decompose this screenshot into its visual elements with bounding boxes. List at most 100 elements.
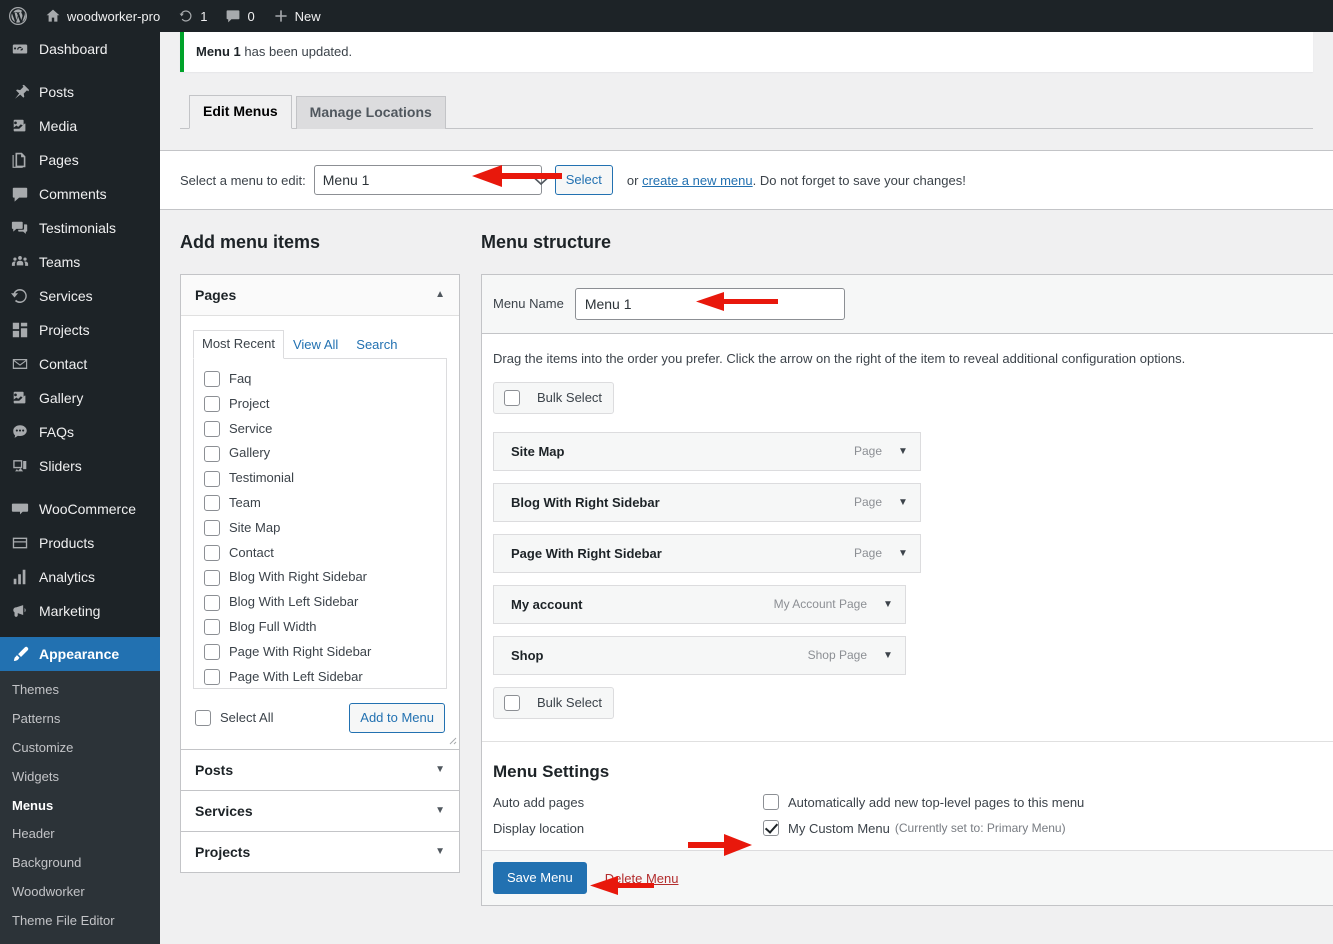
- submenu-item-theme-file-editor[interactable]: Theme File Editor: [0, 907, 160, 936]
- submenu-item-menus[interactable]: Menus: [0, 792, 160, 821]
- save-menu-button[interactable]: Save Menu: [493, 862, 587, 894]
- sidebar-item-woocommerce[interactable]: WooCommerce: [0, 492, 160, 526]
- submenu-item-customize[interactable]: Customize: [0, 734, 160, 763]
- pages-tab-search[interactable]: Search: [347, 331, 406, 359]
- tab-manage-locations[interactable]: Manage Locations: [296, 96, 446, 129]
- select-all-checkbox[interactable]: [195, 710, 211, 726]
- sidebar-item-contact[interactable]: Contact: [0, 347, 160, 381]
- page-checkbox-row[interactable]: Testimonial: [204, 466, 436, 491]
- submenu-item-themes[interactable]: Themes: [0, 676, 160, 705]
- page-checkbox-row[interactable]: Project: [204, 392, 436, 417]
- chevron-down-icon[interactable]: ▼: [435, 765, 445, 775]
- sidebar-item-appearance[interactable]: Appearance: [0, 637, 160, 671]
- chevron-down-icon[interactable]: ▼: [896, 446, 910, 457]
- pages-tab-view-all[interactable]: View All: [284, 331, 347, 359]
- pages-tab-row: Most Recent View All Search: [193, 330, 447, 359]
- sidebar-item-faqs[interactable]: FAQs: [0, 415, 160, 449]
- page-checkbox-row[interactable]: Faq: [204, 367, 436, 392]
- menu-item-row[interactable]: ShopShop Page▼: [493, 636, 906, 675]
- delete-menu-link[interactable]: Delete Menu: [605, 871, 679, 886]
- site-name-menu[interactable]: woodworker-pro: [36, 0, 169, 32]
- chevron-down-icon[interactable]: ▼: [881, 599, 895, 610]
- chevron-down-icon[interactable]: ▼: [435, 806, 445, 816]
- submenu-item-header[interactable]: Header: [0, 820, 160, 849]
- bulk-select-bottom[interactable]: Bulk Select: [493, 687, 614, 719]
- bulk-select-top[interactable]: Bulk Select: [493, 382, 614, 414]
- sidebar-item-comments[interactable]: Comments: [0, 177, 160, 211]
- page-checkbox-row[interactable]: Site Map: [204, 516, 436, 541]
- auto-add-pages-checkbox[interactable]: [763, 794, 779, 810]
- page-checkbox-row[interactable]: Service: [204, 417, 436, 442]
- page-checkbox-row[interactable]: Blog Full Width: [204, 615, 436, 640]
- sidebar-item-projects[interactable]: Projects: [0, 313, 160, 347]
- page-checkbox[interactable]: [204, 495, 220, 511]
- chevron-up-icon[interactable]: ▲: [435, 290, 445, 300]
- sidebar-item-posts[interactable]: Posts: [0, 75, 160, 109]
- page-checkbox-row[interactable]: Contact: [204, 541, 436, 566]
- chevron-down-icon[interactable]: ▼: [896, 497, 910, 508]
- display-location-checkbox[interactable]: [763, 820, 779, 836]
- select-all-row[interactable]: Select All: [195, 706, 273, 731]
- add-to-menu-button[interactable]: Add to Menu: [349, 703, 445, 733]
- create-new-menu-link[interactable]: create a new menu: [642, 173, 753, 188]
- page-checkbox-row[interactable]: Gallery: [204, 441, 436, 466]
- accordion-header-services[interactable]: Services ▼: [181, 791, 459, 831]
- menu-item-row[interactable]: Blog With Right SidebarPage▼: [493, 483, 921, 522]
- sidebar-item-teams[interactable]: Teams: [0, 245, 160, 279]
- submenu-item-background[interactable]: Background: [0, 849, 160, 878]
- sidebar-item-testimonials[interactable]: Testimonials: [0, 211, 160, 245]
- page-checkbox-row[interactable]: Page With Right Sidebar: [204, 640, 436, 665]
- page-checkbox[interactable]: [204, 446, 220, 462]
- bulk-select-bottom-checkbox[interactable]: [504, 695, 520, 711]
- page-checkbox-row[interactable]: Blog With Right Sidebar: [204, 565, 436, 590]
- new-content-menu[interactable]: New: [264, 0, 330, 32]
- accordion-header-projects[interactable]: Projects ▼: [181, 832, 459, 872]
- submenu-item-woodworker[interactable]: Woodworker: [0, 878, 160, 907]
- select-menu-button[interactable]: Select: [555, 165, 613, 195]
- menu-select-dropdown[interactable]: Menu 1: [314, 165, 542, 195]
- comments-menu[interactable]: 0: [216, 0, 263, 32]
- menu-name-input[interactable]: Menu 1: [575, 288, 845, 320]
- page-checkbox[interactable]: [204, 396, 220, 412]
- page-checkbox[interactable]: [204, 595, 220, 611]
- menu-item-row[interactable]: Site MapPage▼: [493, 432, 921, 471]
- updates-menu[interactable]: 1: [169, 0, 216, 32]
- page-checkbox[interactable]: [204, 421, 220, 437]
- pages-tab-most-recent[interactable]: Most Recent: [193, 330, 284, 359]
- page-checkbox[interactable]: [204, 371, 220, 387]
- menu-item-row[interactable]: My accountMy Account Page▼: [493, 585, 906, 624]
- sidebar-item-products[interactable]: Products: [0, 526, 160, 560]
- sidebar-item-sliders[interactable]: Sliders: [0, 449, 160, 483]
- page-checkbox[interactable]: [204, 570, 220, 586]
- page-checkbox-row[interactable]: Page With Left Sidebar: [204, 665, 436, 689]
- sidebar-item-gallery[interactable]: Gallery: [0, 381, 160, 415]
- sidebar-item-services[interactable]: Services: [0, 279, 160, 313]
- page-checkbox[interactable]: [204, 520, 220, 536]
- bulk-select-top-checkbox[interactable]: [504, 390, 520, 406]
- wordpress-logo-icon[interactable]: [0, 0, 36, 32]
- auto-add-pages-control[interactable]: Automatically add new top-level pages to…: [763, 794, 1084, 810]
- page-checkbox[interactable]: [204, 619, 220, 635]
- accordion-header-posts[interactable]: Posts ▼: [181, 750, 459, 790]
- chevron-down-icon[interactable]: ▼: [881, 650, 895, 661]
- accordion-header-pages[interactable]: Pages ▲: [181, 275, 459, 316]
- page-checkbox[interactable]: [204, 545, 220, 561]
- sidebar-item-dashboard[interactable]: Dashboard: [0, 32, 160, 66]
- sidebar-item-media[interactable]: Media: [0, 109, 160, 143]
- page-checkbox-row[interactable]: Team: [204, 491, 436, 516]
- tab-edit-menus[interactable]: Edit Menus: [189, 95, 292, 129]
- sidebar-item-analytics[interactable]: Analytics: [0, 560, 160, 594]
- submenu-item-patterns[interactable]: Patterns: [0, 705, 160, 734]
- submenu-item-widgets[interactable]: Widgets: [0, 763, 160, 792]
- sidebar-item-pages[interactable]: Pages: [0, 143, 160, 177]
- page-checkbox-row[interactable]: Blog With Left Sidebar: [204, 590, 436, 615]
- chevron-down-icon[interactable]: ▼: [896, 548, 910, 559]
- sidebar-item-marketing[interactable]: Marketing: [0, 594, 160, 628]
- display-location-control[interactable]: My Custom Menu (Currently set to: Primar…: [763, 820, 1066, 836]
- resize-handle[interactable]: [445, 733, 457, 745]
- chevron-down-icon[interactable]: ▼: [435, 847, 445, 857]
- page-checkbox[interactable]: [204, 669, 220, 685]
- menu-item-row[interactable]: Page With Right SidebarPage▼: [493, 534, 921, 573]
- page-checkbox[interactable]: [204, 644, 220, 660]
- page-checkbox[interactable]: [204, 471, 220, 487]
